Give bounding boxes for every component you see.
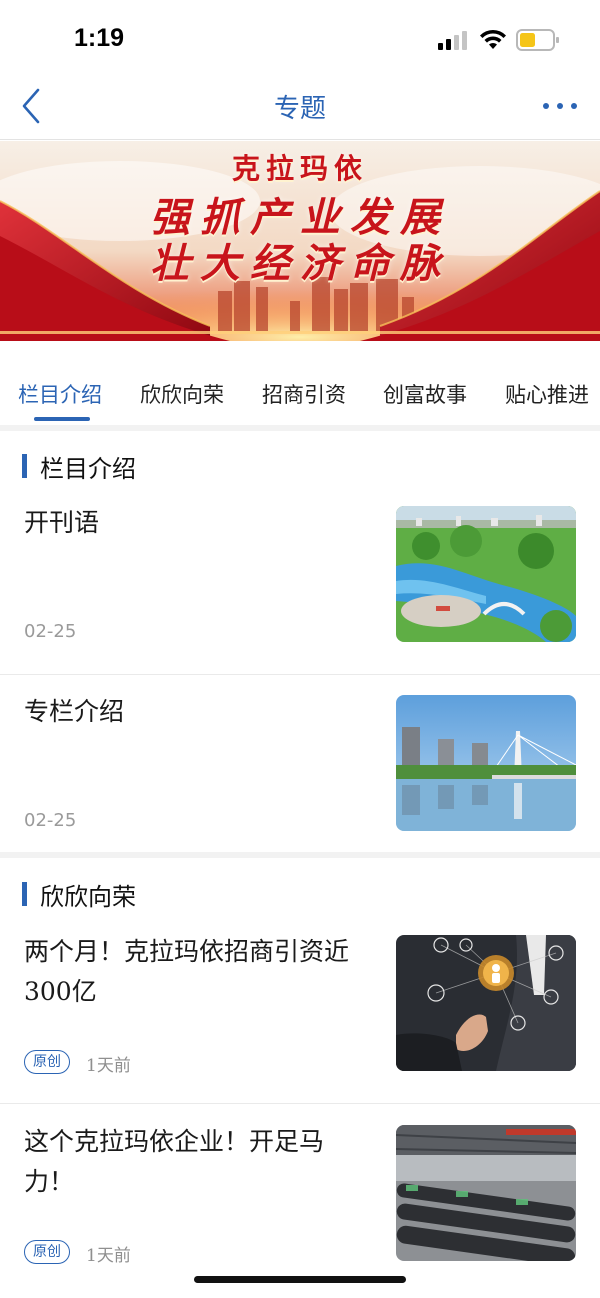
section-title: 栏目介绍 — [40, 455, 136, 483]
cellular-signal-icon — [438, 31, 467, 50]
tab-thriving[interactable]: 欣欣向荣 — [140, 379, 224, 409]
page-title: 专题 — [273, 94, 326, 124]
tab-caring-promotion[interactable]: 贴心推进 — [505, 379, 589, 409]
article-headline: 这个克拉玛依企业！开足马力！ — [24, 1127, 325, 1196]
battery-icon — [516, 29, 559, 51]
section-separator — [0, 852, 600, 858]
tab-investment[interactable]: 招商引资 — [262, 379, 346, 409]
status-bar: 1:19 — [0, 0, 600, 76]
active-tab-indicator — [34, 417, 90, 421]
more-icon[interactable] — [540, 94, 580, 118]
article-date: 02-25 — [24, 810, 77, 831]
article-time-ago: 1天前 — [86, 1056, 131, 1076]
section-header: 栏目介绍 — [0, 447, 600, 487]
business-network-image — [396, 935, 576, 1071]
list-item[interactable]: 这个克拉玛依企业！开足马力！ 原创 1天前 — [0, 1122, 600, 1298]
item-divider — [0, 674, 600, 675]
item-divider — [0, 1103, 600, 1104]
article-headline: 专栏介绍 — [24, 697, 125, 726]
article-date: 02-25 — [24, 621, 77, 642]
section-marker — [22, 882, 27, 906]
list-item[interactable]: 开刊语 02-25 — [0, 503, 600, 683]
tab-wealth-stories[interactable]: 创富故事 — [383, 379, 467, 409]
nav-bar: 专题 — [0, 76, 600, 140]
section-marker — [22, 454, 27, 478]
status-time: 1:19 — [74, 24, 125, 52]
topic-banner[interactable]: 克拉玛依 强抓产业发展 壮大经济命脉 — [0, 141, 600, 341]
list-item[interactable]: 专栏介绍 02-25 — [0, 692, 600, 872]
wifi-icon — [480, 29, 506, 49]
city-bridge-image — [396, 695, 576, 831]
article-headline: 两个月！克拉玛依招商引资近300亿 — [24, 937, 350, 1006]
section-separator — [0, 425, 600, 431]
park-aerial-image — [396, 506, 576, 642]
tab-bar: 栏目介绍 欣欣向荣 招商引资 创富故事 贴心推进 — [0, 341, 600, 427]
section-header: 欣欣向荣 — [0, 875, 600, 915]
banner-line-1: 克拉玛依 — [231, 152, 368, 185]
factory-pipes-image — [396, 1125, 576, 1261]
banner-line-3: 壮大经济命脉 — [150, 240, 450, 287]
section-title: 欣欣向荣 — [40, 883, 136, 911]
article-time-ago: 1天前 — [86, 1246, 131, 1266]
list-item[interactable]: 两个月！克拉玛依招商引资近300亿 原创 1天前 — [0, 932, 600, 1112]
article-headline: 开刊语 — [24, 508, 100, 537]
tab-column-intro[interactable]: 栏目介绍 — [18, 379, 102, 409]
original-badge: 原创 — [24, 1240, 70, 1264]
original-badge: 原创 — [24, 1050, 70, 1074]
home-indicator — [194, 1276, 406, 1283]
